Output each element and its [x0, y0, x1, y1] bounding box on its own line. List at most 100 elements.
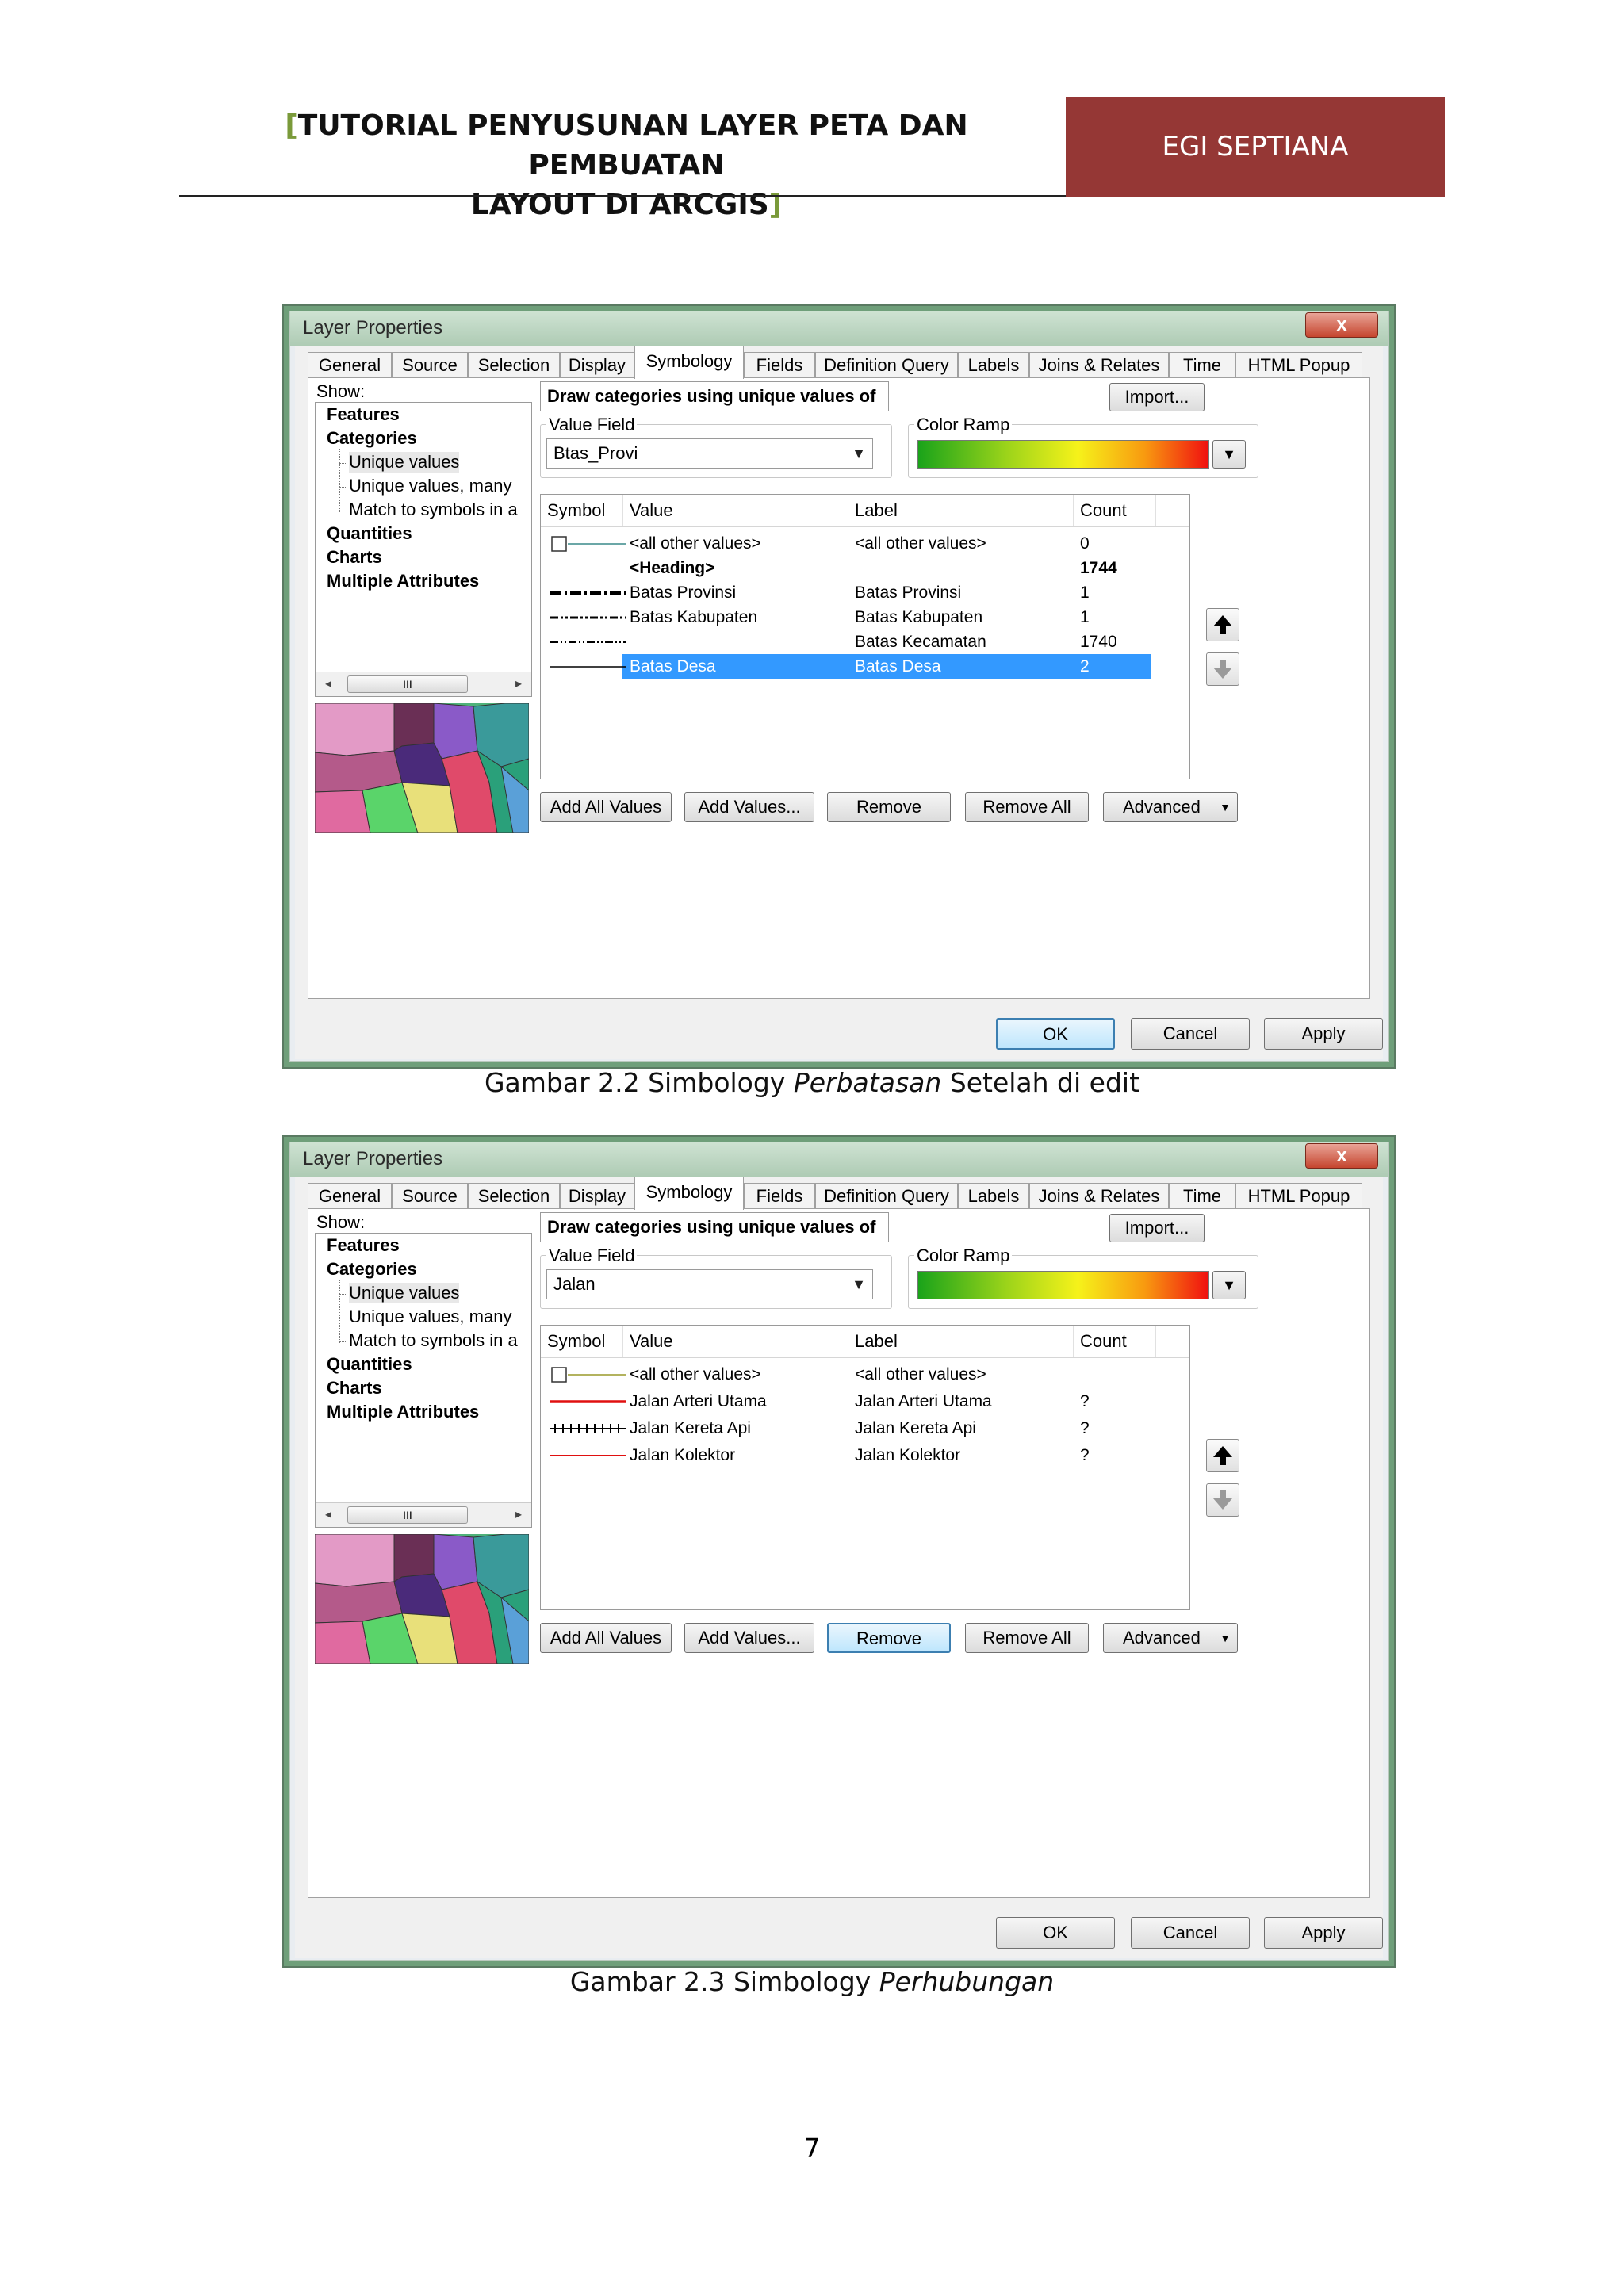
list-row[interactable]: Jalan Kolektor Jalan Kolektor?	[541, 1443, 1189, 1468]
line-symbol-icon[interactable]	[550, 1443, 626, 1468]
list-row[interactable]: Batas Desa Batas Desa 2	[541, 654, 1189, 679]
col-symbol-header[interactable]: Symbol	[541, 1326, 623, 1357]
tab-labels[interactable]: Labels	[958, 352, 1029, 377]
tree-match-symbols[interactable]: Match to symbols in a	[349, 1330, 518, 1351]
tab-selection[interactable]: Selection	[468, 352, 560, 377]
move-up-button[interactable]	[1206, 608, 1239, 641]
tab-definition-query[interactable]: Definition Query	[815, 1183, 958, 1208]
import-button[interactable]: Import...	[1109, 1214, 1205, 1242]
color-ramp-dropdown-icon[interactable]: ▼	[1212, 440, 1246, 469]
import-button[interactable]: Import...	[1109, 383, 1205, 411]
list-row[interactable]: <all other values> <all other values>	[541, 1362, 1189, 1387]
color-ramp-swatch[interactable]	[917, 440, 1209, 469]
tab-source[interactable]: Source	[392, 352, 468, 377]
ok-button[interactable]: OK	[996, 1018, 1115, 1050]
list-row[interactable]: Jalan Arteri Utama Jalan Arteri Utama?	[541, 1389, 1189, 1414]
line-symbol-icon[interactable]	[550, 580, 626, 606]
tree-multiple-attributes[interactable]: Multiple Attributes	[327, 571, 479, 591]
list-row[interactable]: <Heading> 1744	[541, 556, 1189, 581]
color-ramp-dropdown-icon[interactable]: ▼	[1212, 1271, 1246, 1299]
tab-html-popup[interactable]: HTML Popup	[1235, 1183, 1362, 1208]
scroll-thumb[interactable]: III	[347, 675, 468, 693]
tree-unique-values-many[interactable]: Unique values, many	[349, 476, 511, 496]
tab-selection[interactable]: Selection	[468, 1183, 560, 1208]
add-values-button[interactable]: Add Values...	[684, 792, 814, 822]
tree-categories[interactable]: Categories	[327, 1259, 417, 1280]
close-button[interactable]: x	[1305, 1143, 1378, 1169]
tree-unique-values[interactable]: Unique values	[349, 1283, 460, 1303]
tab-symbology[interactable]: Symbology	[634, 1177, 744, 1210]
apply-button[interactable]: Apply	[1264, 1018, 1383, 1050]
tab-joins-relates[interactable]: Joins & Relates	[1029, 352, 1169, 377]
tree-categories[interactable]: Categories	[327, 428, 417, 449]
col-count-header[interactable]: Count	[1074, 495, 1156, 526]
line-symbol-icon[interactable]	[550, 605, 626, 630]
value-field-combo[interactable]: Btas_Provi ▼	[546, 438, 873, 469]
remove-all-button[interactable]: Remove All	[965, 1623, 1089, 1653]
apply-button[interactable]: Apply	[1264, 1917, 1383, 1949]
add-values-button[interactable]: Add Values...	[684, 1623, 814, 1653]
line-symbol-icon[interactable]	[550, 629, 626, 655]
cancel-button[interactable]: Cancel	[1131, 1018, 1250, 1050]
line-symbol-icon[interactable]	[550, 531, 626, 557]
scroll-thumb[interactable]: III	[347, 1506, 468, 1524]
col-label-header[interactable]: Label	[848, 1326, 1074, 1357]
tree-charts[interactable]: Charts	[327, 1378, 382, 1399]
tree-horizontal-scrollbar[interactable]: ◂ III ▸	[316, 672, 531, 696]
cancel-button[interactable]: Cancel	[1131, 1917, 1250, 1949]
tree-horizontal-scrollbar[interactable]: ◂ III ▸	[316, 1502, 531, 1527]
col-symbol-header[interactable]: Symbol	[541, 495, 623, 526]
move-down-button[interactable]	[1206, 652, 1239, 686]
tab-general[interactable]: General	[308, 352, 392, 377]
tree-match-symbols[interactable]: Match to symbols in a	[349, 499, 518, 520]
scroll-left-icon[interactable]: ◂	[325, 1506, 331, 1522]
tree-features[interactable]: Features	[327, 1235, 400, 1256]
tab-html-popup[interactable]: HTML Popup	[1235, 352, 1362, 377]
col-value-header[interactable]: Value	[623, 1326, 848, 1357]
tab-fields[interactable]: Fields	[744, 352, 815, 377]
scroll-right-icon[interactable]: ▸	[515, 675, 522, 691]
tab-time[interactable]: Time	[1169, 1183, 1235, 1208]
tab-general[interactable]: General	[308, 1183, 392, 1208]
tab-joins-relates[interactable]: Joins & Relates	[1029, 1183, 1169, 1208]
scroll-right-icon[interactable]: ▸	[515, 1506, 522, 1522]
ok-button[interactable]: OK	[996, 1917, 1115, 1949]
col-count-header[interactable]: Count	[1074, 1326, 1156, 1357]
line-symbol-icon[interactable]	[550, 1389, 626, 1414]
tree-unique-values-many[interactable]: Unique values, many	[349, 1307, 511, 1327]
tree-quantities[interactable]: Quantities	[327, 1354, 412, 1375]
list-row[interactable]: Jalan Kereta Api Jalan Kereta Api?	[541, 1416, 1189, 1441]
line-symbol-icon[interactable]	[550, 1416, 626, 1441]
tab-labels[interactable]: Labels	[958, 1183, 1029, 1208]
col-value-header[interactable]: Value	[623, 495, 848, 526]
tab-display[interactable]: Display	[560, 352, 634, 377]
list-row[interactable]: Batas Kabupaten Batas Kabupaten 1	[541, 605, 1189, 630]
tree-charts[interactable]: Charts	[327, 547, 382, 568]
add-all-values-button[interactable]: Add All Values	[540, 1623, 672, 1653]
add-all-values-button[interactable]: Add All Values	[540, 792, 672, 822]
col-label-header[interactable]: Label	[848, 495, 1074, 526]
remove-all-button[interactable]: Remove All	[965, 792, 1089, 822]
advanced-button[interactable]: Advanced ▼	[1103, 1623, 1238, 1653]
line-symbol-icon[interactable]	[550, 1362, 626, 1387]
dialog-titlebar[interactable]: Layer Properties x	[290, 311, 1388, 346]
tab-display[interactable]: Display	[560, 1183, 634, 1208]
close-button[interactable]: x	[1305, 312, 1378, 338]
list-row[interactable]: <all other values> <all other values> 0	[541, 531, 1189, 557]
move-down-button[interactable]	[1206, 1483, 1239, 1517]
tab-source[interactable]: Source	[392, 1183, 468, 1208]
tab-symbology[interactable]: Symbology	[634, 346, 744, 379]
tree-features[interactable]: Features	[327, 404, 400, 425]
tree-unique-values[interactable]: Unique values	[349, 452, 460, 473]
color-ramp-swatch[interactable]	[917, 1271, 1209, 1299]
list-row[interactable]: Batas Kecamatan 1740	[541, 629, 1189, 655]
dropdown-arrow-icon[interactable]: ▼	[852, 1270, 866, 1299]
tree-multiple-attributes[interactable]: Multiple Attributes	[327, 1402, 479, 1422]
scroll-left-icon[interactable]: ◂	[325, 675, 331, 691]
tab-time[interactable]: Time	[1169, 352, 1235, 377]
remove-button[interactable]: Remove	[827, 1623, 951, 1653]
move-up-button[interactable]	[1206, 1439, 1239, 1472]
value-field-combo[interactable]: Jalan ▼	[546, 1269, 873, 1299]
line-symbol-icon[interactable]	[550, 556, 626, 581]
remove-button[interactable]: Remove	[827, 792, 951, 822]
